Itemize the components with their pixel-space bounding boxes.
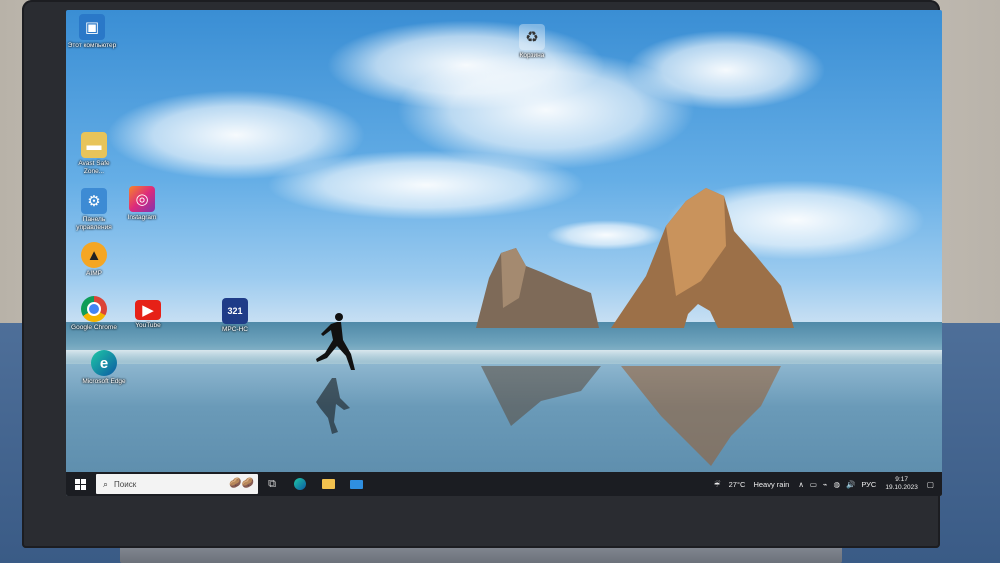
rock-arch-reflection [621, 366, 781, 466]
search-highlight-icon: 🥔🥔 [229, 478, 254, 489]
start-button[interactable] [66, 472, 94, 496]
rock-small [476, 248, 599, 328]
desktop-icon-aimp[interactable]: ▲ AIMP [68, 242, 120, 278]
volume-icon[interactable]: 🔊 [846, 480, 855, 489]
weather-condition: Heavy rain [753, 479, 790, 489]
power-plug-icon[interactable]: ⌁ [823, 480, 828, 489]
computer-icon: ▣ [79, 14, 105, 40]
desktop-icon-recycle-bin[interactable]: ♻ Корзина [506, 24, 558, 60]
taskbar-edge-button[interactable] [286, 472, 314, 496]
control-panel-icon: ⚙ [81, 188, 107, 214]
desktop-icon-folder[interactable]: ▬ Avast Safe Zone... [68, 132, 120, 176]
battery-icon[interactable]: ▭ [810, 480, 817, 489]
windows-logo-icon [74, 478, 86, 490]
task-view-icon: ⧉ [268, 477, 276, 490]
taskbar: ⌕ Поиск 🥔🥔 ⧉ ☔ 27°C Heavy rain ∧ ▭ ⌁ ◍ 🔊… [66, 472, 942, 496]
show-hidden-icons-chevron-icon[interactable]: ∧ [798, 480, 804, 489]
aimp-icon: ▲ [81, 242, 107, 268]
youtube-icon: ▶ [135, 300, 161, 320]
mail-icon [349, 479, 363, 489]
desktop-icon-control-panel[interactable]: ⚙ Панель управления [68, 188, 120, 232]
wallpaper-foam [66, 350, 942, 362]
file-explorer-icon [321, 479, 335, 489]
desktop-icon-youtube[interactable]: ▶ YouTube [122, 300, 174, 330]
edge-icon [294, 478, 306, 490]
mpc-hc-icon: 321 [222, 298, 248, 324]
clock-time: 9:17 [895, 476, 908, 483]
chrome-icon [81, 296, 107, 322]
language-indicator[interactable]: РУС [861, 480, 876, 489]
laptop-bezel: ▣ Этот компьютер ♻ Корзина ▬ Avast Safe … [22, 0, 942, 548]
rock-small-reflection [481, 366, 601, 426]
runner-silhouette [316, 313, 355, 370]
taskbar-file-explorer-button[interactable] [314, 472, 342, 496]
edge-icon: e [91, 350, 117, 376]
screen: ▣ Этот компьютер ♻ Корзина ▬ Avast Safe … [66, 10, 942, 496]
taskbar-search-box[interactable]: ⌕ Поиск 🥔🥔 [96, 474, 258, 494]
taskbar-mail-button[interactable] [342, 472, 370, 496]
clock[interactable]: 9:17 19.10.2023 [885, 476, 918, 492]
search-icon: ⌕ [103, 478, 109, 489]
folder-icon: ▬ [81, 132, 107, 158]
system-tray: ☔ 27°C Heavy rain ∧ ▭ ⌁ ◍ 🔊 РУС 9:17 19.… [708, 472, 942, 496]
weather-widget[interactable]: ☔ 27°C Heavy rain [711, 480, 793, 489]
recycle-bin-icon: ♻ [519, 24, 545, 50]
desktop-icon-instagram[interactable]: ◎ Instagram [116, 186, 168, 222]
weather-rain-icon: ☔ [713, 479, 721, 489]
desktop-icon-edge[interactable]: e Microsoft Edge [78, 350, 130, 386]
desktop-icon-mpc-hc[interactable]: 321 MPC-HC [209, 298, 261, 334]
search-placeholder: Поиск [114, 479, 137, 489]
clock-date: 19.10.2023 [885, 484, 918, 491]
network-icon[interactable]: ◍ [833, 480, 840, 489]
task-view-button[interactable]: ⧉ [258, 472, 286, 496]
desktop-icon-this-pc[interactable]: ▣ Этот компьютер [66, 14, 118, 50]
runner-reflection [316, 378, 350, 434]
rock-arch [611, 188, 794, 328]
instagram-icon: ◎ [129, 186, 155, 212]
notification-center-icon[interactable]: ▢ [927, 480, 934, 489]
weather-temp: 27°C [728, 479, 746, 489]
desktop-icon-chrome[interactable]: Google Chrome [68, 296, 120, 332]
